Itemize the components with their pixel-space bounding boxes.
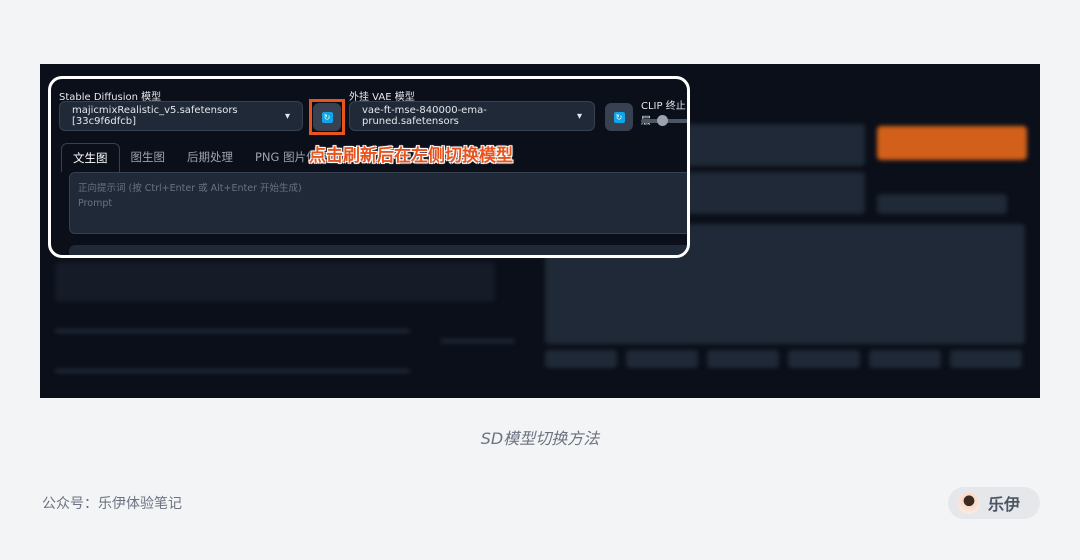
clip-slider-thumb[interactable] (657, 115, 668, 126)
annotation-text: 点击刷新后在左侧切换模型 (309, 146, 513, 166)
avatar (958, 492, 980, 514)
negative-prompt-input[interactable] (69, 245, 687, 255)
tab-img2img[interactable]: 图生图 (120, 143, 177, 172)
vae-model-select[interactable]: vae-ft-mse-840000-ema-pruned.safetensors… (349, 101, 595, 131)
prompt-placeholder: 正向提示词 (按 Ctrl+Enter 或 Alt+Enter 开始生成) (78, 183, 302, 194)
chevron-down-icon: ▾ (576, 110, 582, 122)
highlight-frame: Stable Diffusion 模型 majicmixRealistic_v5… (48, 76, 690, 258)
chevron-down-icon: ▾ (284, 110, 290, 122)
footer-source: 公众号：乐伊体验笔记 (42, 496, 182, 512)
vae-refresh-button[interactable]: ↻ (605, 103, 633, 131)
author-name: 乐伊 (988, 495, 1021, 514)
tab-extras[interactable]: 后期处理 (176, 143, 244, 172)
vae-model-value: vae-ft-mse-840000-ema-pruned.safetensors (362, 105, 487, 127)
tab-txt2img[interactable]: 文生图 (61, 143, 120, 172)
prompt-hint: Prompt (78, 198, 113, 209)
refresh-highlight-box (309, 99, 345, 135)
prompt-input[interactable]: 正向提示词 (按 Ctrl+Enter 或 Alt+Enter 开始生成) Pr… (69, 172, 687, 234)
author-badge: 乐伊 (948, 487, 1040, 519)
clip-slider[interactable] (641, 115, 687, 126)
screenshot: Stable Diffusion 模型 majicmixRealistic_v5… (40, 64, 1040, 398)
sd-model-select[interactable]: majicmixRealistic_v5.safetensors [33c9f6… (59, 101, 303, 131)
sd-model-value: majicmixRealistic_v5.safetensors [33c9f6… (72, 105, 238, 127)
refresh-icon: ↻ (613, 111, 625, 123)
image-caption: SD模型切换方法 (480, 429, 600, 448)
